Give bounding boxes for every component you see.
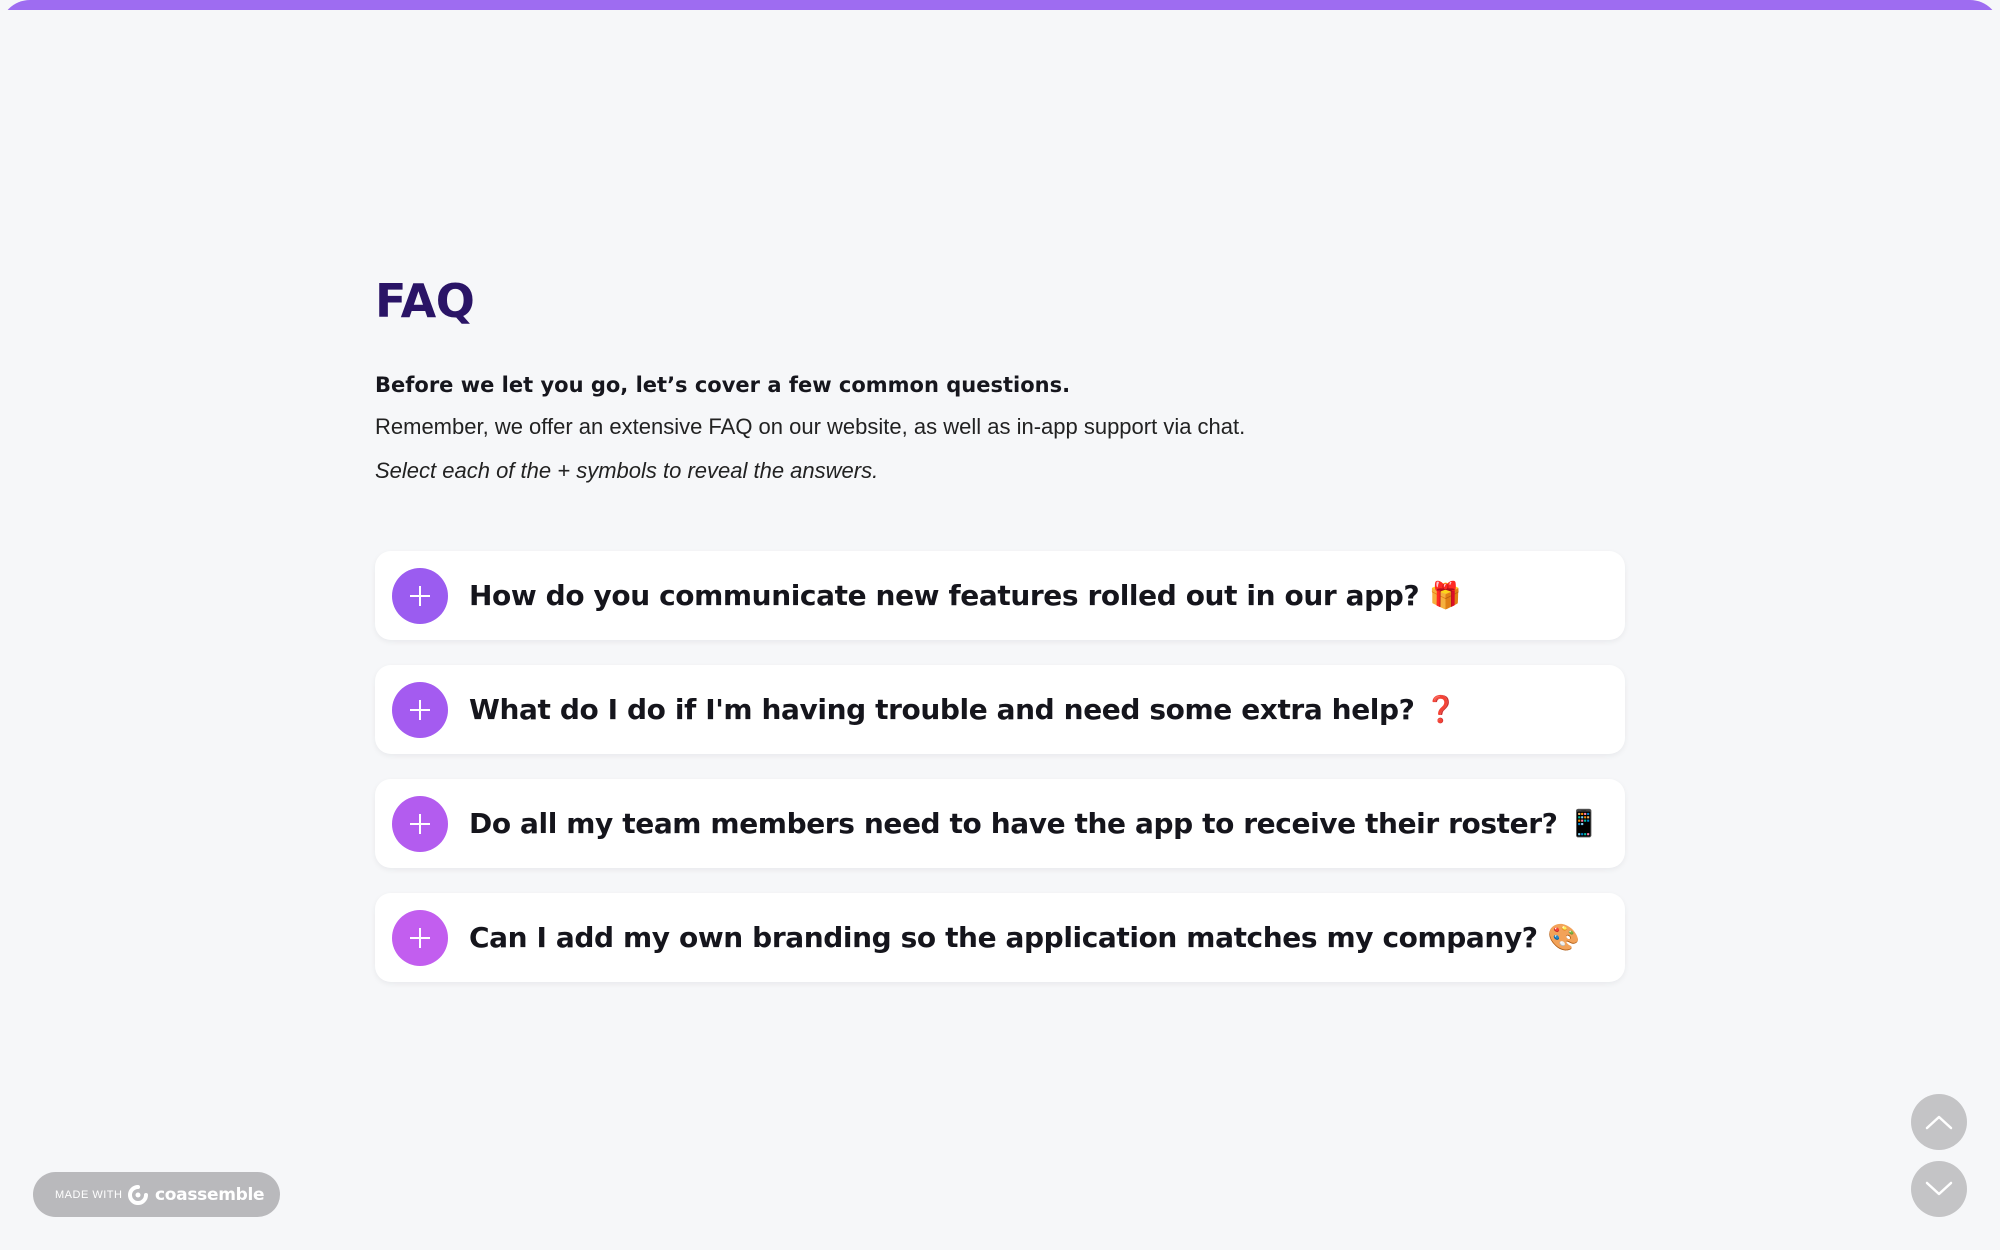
brand-name: coassemble	[155, 1184, 265, 1205]
chevron-down-icon	[1925, 1181, 1953, 1196]
made-with-badge[interactable]: MADE WITH coassemble	[33, 1172, 280, 1217]
plus-icon	[410, 586, 430, 606]
faq-item-1[interactable]: How do you communicate new features roll…	[375, 551, 1625, 640]
scroll-up-button[interactable]	[1911, 1094, 1967, 1150]
plus-icon	[410, 928, 430, 948]
lesson-frame: FAQ Before we let you go, let’s cover a …	[0, 0, 2000, 1250]
faq-item-2[interactable]: What do I do if I'm having trouble and n…	[375, 665, 1625, 754]
question-text: How do you communicate new features roll…	[469, 579, 1420, 612]
faq-list: How do you communicate new features roll…	[375, 551, 1625, 1007]
palette-icon: 🎨	[1547, 922, 1580, 953]
faq-item-3[interactable]: Do all my team members need to have the …	[375, 779, 1625, 868]
faq-item-4[interactable]: Can I add my own branding so the applica…	[375, 893, 1625, 982]
expand-button[interactable]	[392, 910, 448, 966]
expand-button[interactable]	[392, 682, 448, 738]
faq-question[interactable]: Can I add my own branding so the applica…	[469, 893, 1580, 982]
question-text: What do I do if I'm having trouble and n…	[469, 693, 1415, 726]
page-title: FAQ	[375, 274, 475, 328]
faq-question[interactable]: Do all my team members need to have the …	[469, 779, 1600, 868]
expand-button[interactable]	[392, 796, 448, 852]
faq-question[interactable]: How do you communicate new features roll…	[469, 551, 1462, 640]
question-mark-icon: ❓	[1424, 694, 1457, 725]
faq-question[interactable]: What do I do if I'm having trouble and n…	[469, 665, 1457, 754]
intro-text: Remember, we offer an extensive FAQ on o…	[375, 414, 1246, 439]
expand-button[interactable]	[392, 568, 448, 624]
intro-heading: Before we let you go, let’s cover a few …	[375, 373, 1071, 397]
question-text: Do all my team members need to have the …	[469, 807, 1558, 840]
faq-header: FAQ Before we let you go, let’s cover a …	[375, 270, 1625, 486]
mobile-phone-icon: 📱	[1567, 808, 1600, 839]
made-with-label: MADE WITH	[55, 1188, 123, 1201]
progress-bar	[0, 0, 2000, 10]
plus-icon	[410, 814, 430, 834]
plus-icon	[410, 700, 430, 720]
intro-instruction: Select each of the + symbols to reveal t…	[375, 458, 879, 483]
coassemble-logo-icon	[128, 1185, 148, 1205]
chevron-up-icon	[1925, 1115, 1953, 1130]
question-text: Can I add my own branding so the applica…	[469, 921, 1538, 954]
scroll-down-button[interactable]	[1911, 1161, 1967, 1217]
gift-icon: 🎁	[1429, 580, 1462, 611]
